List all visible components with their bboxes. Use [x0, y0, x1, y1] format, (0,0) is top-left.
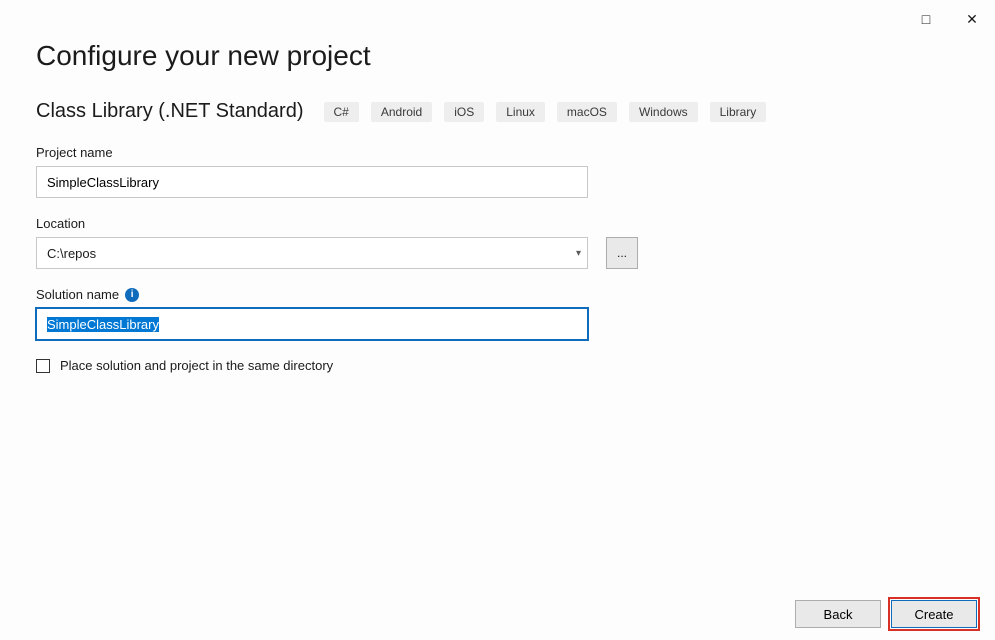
tag-linux: Linux [496, 102, 545, 122]
info-icon[interactable]: i [125, 288, 139, 302]
close-button[interactable]: ✕ [949, 6, 995, 32]
template-header-row: Class Library (.NET Standard) C# Android… [36, 100, 959, 123]
project-name-group: Project name [36, 145, 959, 198]
maximize-button[interactable]: □ [903, 6, 949, 32]
location-value: C:\repos [47, 246, 96, 261]
create-button[interactable]: Create [891, 600, 977, 628]
tag-android: Android [371, 102, 432, 122]
chevron-down-icon: ▾ [576, 248, 581, 259]
same-directory-checkbox[interactable] [36, 359, 50, 373]
browse-button[interactable]: ... [606, 237, 638, 269]
dialog-footer: Back Create [795, 600, 977, 628]
same-directory-label: Place solution and project in the same d… [60, 358, 333, 373]
solution-name-input[interactable]: SimpleClassLibrary [36, 308, 588, 340]
project-name-input[interactable] [36, 166, 588, 198]
location-group: Location C:\repos ▾ ... [36, 216, 959, 269]
solution-name-group: Solution name i SimpleClassLibrary [36, 287, 959, 340]
window-titlebar: □ ✕ [903, 0, 995, 32]
page-title: Configure your new project [36, 40, 959, 72]
tag-windows: Windows [629, 102, 698, 122]
tag-ios: iOS [444, 102, 484, 122]
tag-library: Library [710, 102, 767, 122]
template-name: Class Library (.NET Standard) [36, 100, 304, 123]
dialog-window: □ ✕ Configure your new project Class Lib… [0, 0, 995, 640]
back-button[interactable]: Back [795, 600, 881, 628]
solution-name-label-row: Solution name i [36, 287, 959, 302]
dialog-content: Configure your new project Class Library… [0, 0, 995, 373]
location-combo[interactable]: C:\repos ▾ [36, 237, 588, 269]
location-row: C:\repos ▾ ... [36, 237, 959, 269]
tag-csharp: C# [324, 102, 359, 122]
close-icon: ✕ [966, 11, 978, 28]
same-directory-row: Place solution and project in the same d… [36, 358, 959, 373]
maximize-icon: □ [922, 11, 930, 27]
solution-name-label: Solution name [36, 287, 119, 302]
ellipsis-icon: ... [617, 246, 627, 260]
project-name-label: Project name [36, 145, 959, 160]
tag-macos: macOS [557, 102, 617, 122]
location-label: Location [36, 216, 959, 231]
solution-name-value: SimpleClassLibrary [47, 317, 159, 332]
